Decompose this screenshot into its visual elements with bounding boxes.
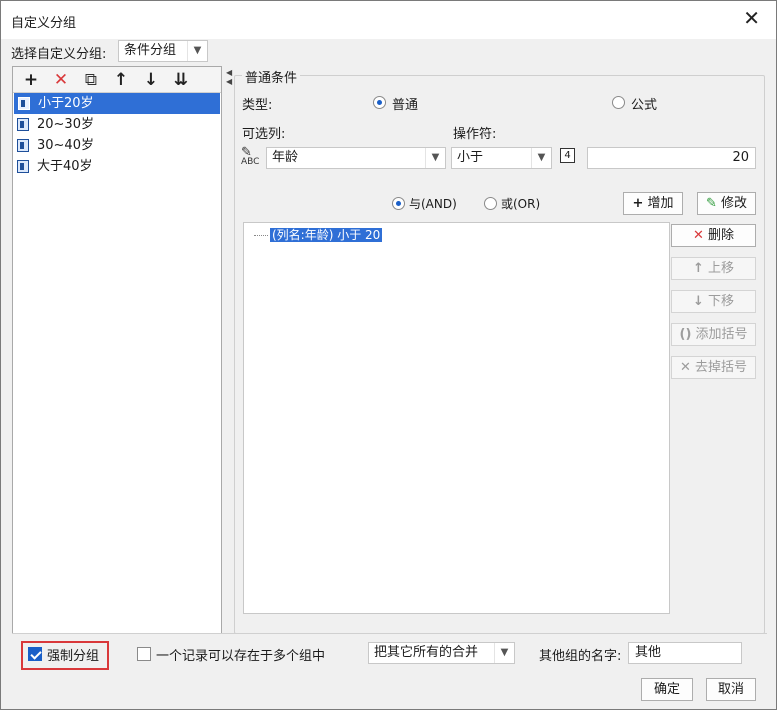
- group-icon: [17, 160, 29, 173]
- group-list: 小于20岁 20~30岁 30~40岁 大于40岁: [13, 93, 221, 177]
- logic-or-label: 或(OR): [501, 197, 541, 211]
- column-select-value: 年龄: [272, 150, 299, 165]
- column-select[interactable]: 年龄 ▼: [266, 147, 446, 169]
- custom-group-dialog: 自定义分组 ✕ 选择自定义分组: 条件分组 ▼ + ✕ ⧉ ↑ ↓ ⇊ 小于20…: [0, 0, 777, 710]
- condition-section-title: 普通条件: [242, 67, 301, 86]
- add-condition-button[interactable]: + 增加: [623, 192, 683, 215]
- type-formula-radio[interactable]: [612, 96, 625, 109]
- add-icon[interactable]: +: [21, 69, 41, 91]
- arrow-down-icon: ↓: [693, 294, 704, 309]
- condition-item[interactable]: (列名:年龄) 小于 20: [254, 227, 383, 244]
- group-list-toolbar: + ✕ ⧉ ↑ ↓ ⇊: [13, 67, 221, 93]
- group-select-label: 选择自定义分组:: [11, 47, 107, 62]
- group-list-panel: + ✕ ⧉ ↑ ↓ ⇊ 小于20岁 20~30岁 30~40岁 大于40岁: [12, 66, 222, 634]
- group-item-label: 20~30岁: [37, 117, 94, 132]
- logic-or-radio[interactable]: [484, 197, 497, 210]
- modify-condition-button[interactable]: ✎ 修改: [697, 192, 756, 215]
- value-type-icon[interactable]: 4: [560, 148, 575, 163]
- column-type-icon[interactable]: ✎ ABC: [241, 146, 267, 167]
- group-icon: [18, 97, 30, 110]
- panel-splitter[interactable]: ◀ ◀: [223, 66, 233, 634]
- dialog-title: 自定义分组: [11, 16, 77, 31]
- group-item[interactable]: 小于20岁: [14, 93, 220, 114]
- delete-condition-button[interactable]: ✕ 删除: [671, 224, 756, 247]
- copy-icon[interactable]: ⧉: [81, 69, 101, 91]
- condition-list[interactable]: (列名:年龄) 小于 20: [243, 222, 670, 614]
- chevron-down-icon[interactable]: ▼: [494, 643, 514, 663]
- operator-select[interactable]: 小于 ▼: [451, 147, 552, 169]
- close-icon: ✕: [693, 228, 704, 243]
- others-mode-value: 把其它所有的合并: [374, 645, 479, 660]
- force-group-checkbox[interactable]: [28, 647, 42, 661]
- type-formula-label: 公式: [631, 98, 658, 113]
- group-item[interactable]: 大于40岁: [13, 156, 221, 177]
- move-up-icon[interactable]: ↑: [111, 69, 131, 91]
- others-mode-select[interactable]: 把其它所有的合并 ▼: [368, 642, 515, 664]
- multi-group-checkbox[interactable]: [137, 647, 151, 661]
- column-label: 可选列:: [242, 127, 286, 142]
- title-bar: 自定义分组 ✕: [1, 1, 776, 39]
- group-item[interactable]: 20~30岁: [13, 114, 221, 135]
- arrow-up-icon: ↑: [693, 261, 704, 276]
- group-select-value: 条件分组: [124, 43, 177, 58]
- bracket-icon: (): [679, 327, 692, 342]
- move-up-button[interactable]: ↑ 上移: [671, 257, 756, 280]
- chevron-down-icon[interactable]: ▼: [531, 148, 551, 168]
- others-name-label: 其他组的名字:: [539, 649, 622, 664]
- value-input[interactable]: 20: [587, 147, 756, 169]
- chevron-down-icon[interactable]: ▼: [187, 41, 207, 61]
- group-item-label: 小于20岁: [38, 96, 94, 111]
- group-select-dropdown[interactable]: 条件分组 ▼: [118, 40, 208, 62]
- sort-icon[interactable]: ⇊: [171, 69, 191, 91]
- remove-bracket-button[interactable]: ✕ 去掉括号: [671, 356, 756, 379]
- plus-icon: +: [632, 196, 644, 211]
- edit-icon: ✎: [706, 196, 717, 211]
- close-icon[interactable]: ✕: [743, 8, 760, 28]
- others-name-input[interactable]: 其他: [628, 642, 742, 664]
- delete-icon[interactable]: ✕: [51, 69, 71, 91]
- group-icon: [17, 118, 29, 131]
- condition-item-text: (列名:年龄) 小于 20: [270, 228, 383, 242]
- tree-connector: [254, 235, 268, 236]
- type-label: 类型:: [242, 98, 273, 113]
- multi-group-label: 一个记录可以存在于多个组中: [156, 649, 326, 664]
- type-normal-radio[interactable]: [373, 96, 386, 109]
- group-item-label: 大于40岁: [37, 159, 93, 174]
- ok-button[interactable]: 确定: [641, 678, 693, 701]
- add-bracket-button[interactable]: () 添加括号: [671, 323, 756, 346]
- move-down-button[interactable]: ↓ 下移: [671, 290, 756, 313]
- operator-select-value: 小于: [457, 150, 484, 165]
- group-item-label: 30~40岁: [37, 138, 94, 153]
- operator-label: 操作符:: [453, 127, 497, 142]
- force-group-label: 强制分组: [47, 649, 100, 664]
- cancel-button[interactable]: 取消: [706, 678, 756, 701]
- type-normal-label: 普通: [392, 98, 419, 113]
- chevron-down-icon[interactable]: ▼: [425, 148, 445, 168]
- collapse-arrow-icon[interactable]: ◀ ◀: [226, 68, 232, 86]
- group-item[interactable]: 30~40岁: [13, 135, 221, 156]
- logic-and-label: 与(AND): [409, 197, 457, 211]
- remove-bracket-icon: ✕: [680, 360, 691, 375]
- logic-and-radio[interactable]: [392, 197, 405, 210]
- group-icon: [17, 139, 29, 152]
- bottom-separator: [12, 633, 767, 634]
- move-down-icon[interactable]: ↓: [141, 69, 161, 91]
